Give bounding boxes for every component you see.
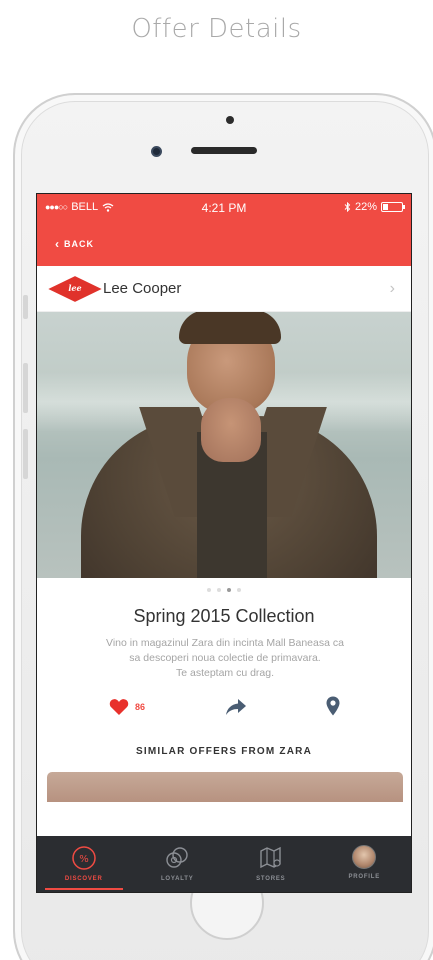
location-pin-icon — [326, 696, 340, 716]
front-camera — [151, 146, 162, 157]
status-bar: ●●●○○ BELL 4:21 PM 22% — [37, 194, 411, 220]
page-heading: Offer Details — [131, 14, 302, 44]
brand-row[interactable]: lee Lee Cooper › — [37, 266, 411, 312]
tab-label: STORES — [256, 876, 286, 882]
discount-icon: % — [72, 846, 96, 870]
status-right: 22% — [344, 201, 405, 213]
similar-offers-heading: SIMILAR OFFERS FROM ZARA — [135, 746, 312, 757]
chevron-left-icon: ‹ — [55, 237, 60, 251]
back-button[interactable]: ‹ BACK — [55, 238, 94, 250]
sensor-dot — [226, 116, 234, 124]
loyalty-icon — [166, 847, 188, 868]
tab-label: DISCOVER — [64, 876, 103, 882]
mute-switch — [23, 295, 28, 319]
brand-logo-text: lee — [68, 282, 82, 293]
tab-bar: % DISCOVER LOYALTY STORES PROFILE — [37, 836, 411, 892]
avatar — [352, 845, 377, 869]
pager-dot — [217, 588, 221, 592]
chevron-right-icon: › — [389, 280, 395, 297]
tab-label: PROFILE — [348, 874, 381, 880]
battery-percent: 22% — [354, 201, 377, 213]
pager-dot — [207, 588, 211, 592]
pager-dot-active — [227, 588, 231, 592]
description-line: Vino in magazinul Zara din incinta Mall … — [106, 637, 344, 649]
phone-screen: ●●●○○ BELL 4:21 PM 22% ‹ BACK lee Lee Co… — [36, 193, 412, 893]
tab-discover[interactable]: % DISCOVER — [37, 836, 131, 892]
svg-text:%: % — [79, 854, 89, 865]
bluetooth-icon — [344, 202, 351, 212]
description-line: sa descoperi noua colectie de primavara. — [129, 652, 321, 664]
map-icon — [260, 846, 281, 869]
similar-offer-card[interactable] — [47, 772, 403, 802]
offer-image[interactable] — [37, 312, 411, 578]
back-label: BACK — [64, 239, 94, 249]
volume-up-button — [23, 363, 28, 413]
nav-bar: ‹ BACK — [37, 220, 411, 266]
description-line: Te asteptam cu drag. — [175, 667, 275, 679]
like-button[interactable]: 86 — [109, 698, 145, 716]
volume-down-button — [23, 429, 28, 479]
tab-stores[interactable]: STORES — [224, 836, 318, 892]
offer-title: Spring 2015 Collection — [133, 606, 315, 626]
tab-loyalty[interactable]: LOYALTY — [131, 836, 225, 892]
image-pager[interactable] — [37, 588, 411, 592]
offer-content: Spring 2015 Collection Vino in magazinul… — [37, 578, 411, 802]
like-count: 86 — [135, 702, 146, 712]
earpiece-speaker — [191, 147, 257, 154]
tab-profile[interactable]: PROFILE — [318, 836, 412, 892]
tab-label: LOYALTY — [160, 876, 194, 882]
brand-name: Lee Cooper — [103, 280, 182, 297]
offer-description: Vino in magazinul Zara din incinta Mall … — [61, 636, 389, 681]
action-row: 86 — [37, 696, 411, 726]
pager-dot — [237, 588, 241, 592]
heart-icon — [109, 699, 129, 715]
location-button[interactable] — [326, 696, 340, 721]
share-button[interactable] — [225, 698, 247, 721]
brand-logo: lee — [48, 275, 102, 302]
battery-icon — [381, 202, 405, 212]
share-icon — [226, 699, 246, 715]
